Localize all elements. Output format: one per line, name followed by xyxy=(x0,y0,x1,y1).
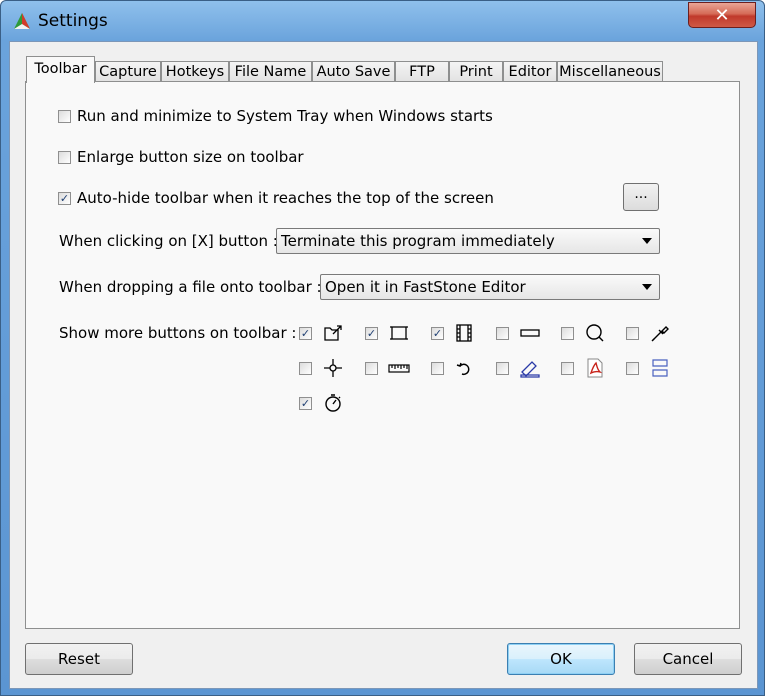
tab-capture[interactable]: Capture xyxy=(95,61,161,81)
crosshair-icon xyxy=(324,359,342,377)
magnifier-icon xyxy=(586,324,604,342)
tab-print[interactable]: Print xyxy=(449,61,503,81)
split-window-icon xyxy=(652,359,668,377)
drop-file-label: When dropping a file onto toolbar : xyxy=(59,278,322,296)
pdf-checkbox[interactable] xyxy=(561,362,574,375)
enlarge-button-checkbox[interactable] xyxy=(58,151,71,164)
auto-hide-checkbox[interactable]: ✓ xyxy=(58,192,71,205)
tab-toolbar[interactable]: Toolbar xyxy=(26,56,95,83)
x-button-label: When clicking on [X] button : xyxy=(59,232,278,250)
color-picker-icon xyxy=(651,326,669,342)
open-file-checkbox[interactable]: ✓ xyxy=(299,327,312,340)
more-buttons-label: Show more buttons on toolbar : xyxy=(59,324,297,342)
ruler-checkbox[interactable] xyxy=(365,362,378,375)
ruler-icon xyxy=(388,364,410,373)
repeat-icon xyxy=(456,362,470,376)
enlarge-button-label[interactable]: Enlarge button size on toolbar xyxy=(77,148,304,166)
reset-button[interactable]: Reset xyxy=(25,643,133,675)
dropdown-arrow-icon xyxy=(642,284,652,290)
scanner-checkbox[interactable] xyxy=(496,362,509,375)
checkmark-icon: ✓ xyxy=(300,327,311,340)
tab-auto-save[interactable]: Auto Save xyxy=(312,61,395,81)
scanner-icon xyxy=(520,361,540,378)
dialog-body: Toolbar Capture Hotkeys File Name Auto S… xyxy=(9,41,758,689)
auto-hide-options-button[interactable]: ... xyxy=(623,183,659,211)
split-window-checkbox[interactable] xyxy=(626,362,639,375)
auto-hide-label[interactable]: Auto-hide toolbar when it reaches the to… xyxy=(77,189,494,207)
dropdown-arrow-icon xyxy=(642,238,652,244)
ok-button[interactable]: OK xyxy=(507,643,615,675)
tab-editor[interactable]: Editor xyxy=(503,61,557,81)
pdf-icon xyxy=(587,358,603,378)
run-minimize-label[interactable]: Run and minimize to System Tray when Win… xyxy=(77,107,493,125)
filmstrip-checkbox[interactable]: ✓ xyxy=(431,327,444,340)
toolbar-tab-panel: Run and minimize to System Tray when Win… xyxy=(25,81,740,629)
filmstrip-icon xyxy=(456,324,472,342)
window-bar-checkbox[interactable] xyxy=(496,327,509,340)
crosshair-checkbox[interactable] xyxy=(299,362,312,375)
window-bar-icon xyxy=(520,329,540,337)
window-title: Settings xyxy=(38,11,108,31)
cancel-button[interactable]: Cancel xyxy=(634,643,742,675)
checkmark-icon: ✓ xyxy=(432,327,443,340)
timer-icon xyxy=(325,394,341,412)
close-icon: ✕ xyxy=(714,4,730,26)
title-bar[interactable]: Settings ✕ xyxy=(1,1,764,41)
tab-hotkeys[interactable]: Hotkeys xyxy=(161,61,229,81)
tab-ftp[interactable]: FTP xyxy=(395,61,449,81)
run-minimize-checkbox[interactable] xyxy=(58,110,71,123)
tab-miscellaneous[interactable]: Miscellaneous xyxy=(557,61,663,81)
capture-rectangle-checkbox[interactable]: ✓ xyxy=(365,327,378,340)
close-button[interactable]: ✕ xyxy=(688,2,756,28)
timer-checkbox[interactable]: ✓ xyxy=(299,397,312,410)
x-button-select[interactable]: Terminate this program immediately xyxy=(276,228,660,254)
checkmark-icon: ✓ xyxy=(59,192,70,205)
faststone-logo-icon xyxy=(14,13,30,29)
drop-file-select[interactable]: Open it in FastStone Editor xyxy=(320,274,660,300)
color-picker-checkbox[interactable] xyxy=(626,327,639,340)
magnifier-checkbox[interactable] xyxy=(561,327,574,340)
checkmark-icon: ✓ xyxy=(300,397,311,410)
open-file-icon xyxy=(324,325,342,341)
tab-file-name[interactable]: File Name xyxy=(229,61,312,81)
settings-window: Settings ✕ Toolbar Capture Hotkeys File … xyxy=(0,0,765,696)
capture-rectangle-icon xyxy=(390,326,408,340)
repeat-checkbox[interactable] xyxy=(431,362,444,375)
checkmark-icon: ✓ xyxy=(366,327,377,340)
